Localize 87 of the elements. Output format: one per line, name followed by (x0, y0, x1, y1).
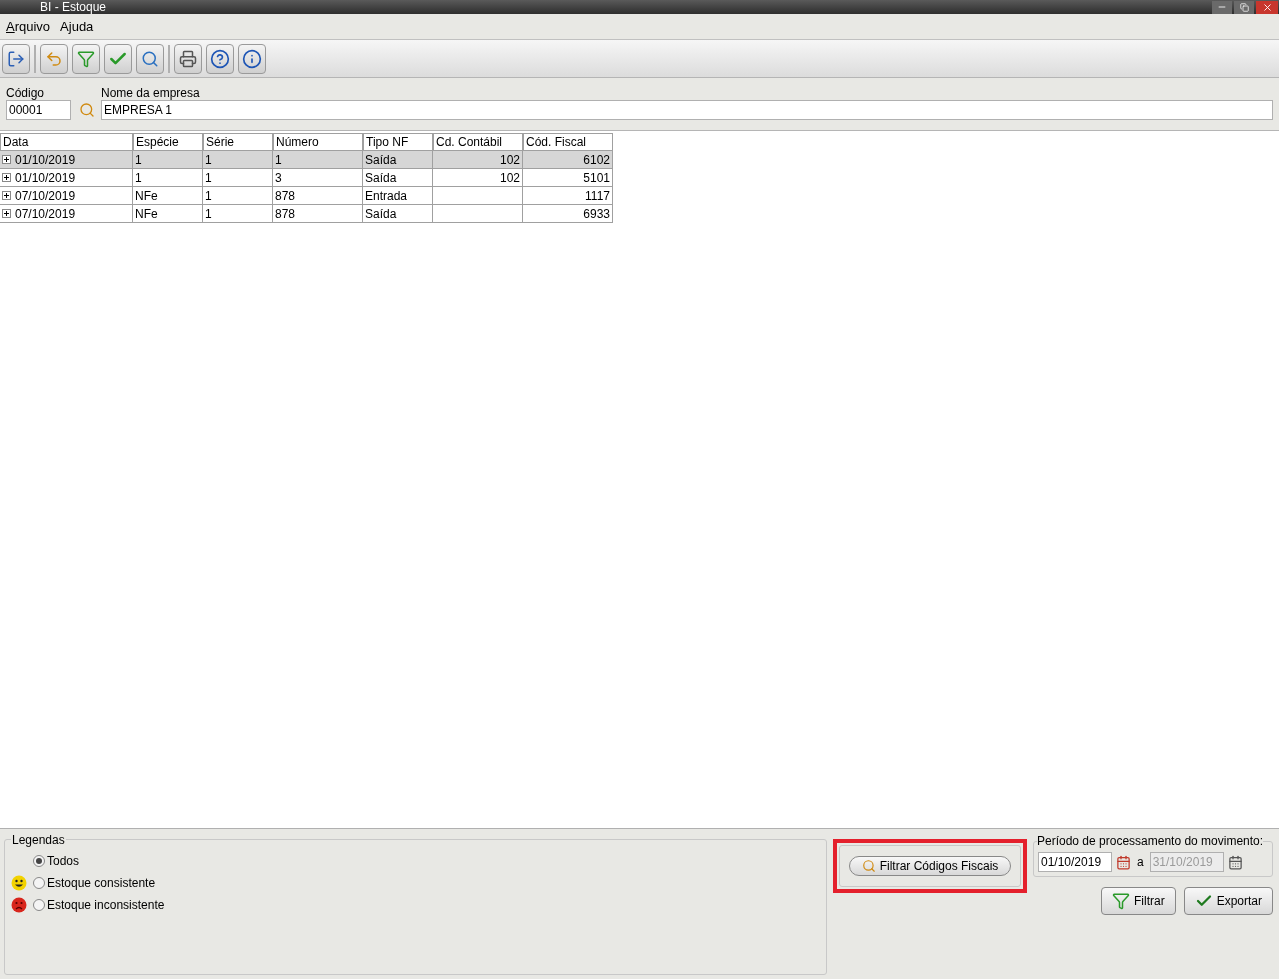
window-title: BI - Estoque (40, 1, 107, 13)
sad-face-icon (11, 897, 27, 913)
expand-toggle[interactable] (2, 209, 11, 218)
restore-button[interactable] (1234, 0, 1254, 14)
close-icon (1261, 1, 1273, 13)
table-cell-text: 01/10/2019 (15, 151, 76, 169)
menu-item[interactable]: Arquivo (6, 16, 51, 37)
filter-button[interactable]: Filtrar (1100, 887, 1176, 915)
period-separator: a (1136, 854, 1145, 871)
table-cell-text: 1 (275, 151, 282, 169)
table-cell-text: 102 (499, 169, 520, 187)
table-cell-text: 878 (275, 205, 296, 223)
confirm-button[interactable] (104, 43, 132, 74)
table-cell-text: 1 (135, 169, 142, 187)
table-cell-text: 878 (275, 187, 296, 205)
radio-label[interactable]: Estoque consistente (47, 874, 156, 892)
column-header[interactable]: Série (203, 133, 273, 151)
help-icon (210, 48, 230, 69)
filter-button[interactable] (72, 43, 100, 74)
table-cell-text: 1 (205, 205, 212, 223)
code-label: Código (6, 86, 46, 100)
expand-toggle[interactable] (2, 191, 11, 200)
table-cell-text: 1 (205, 169, 212, 187)
table-cell-text: 01/10/2019 (15, 169, 76, 187)
calendar-icon[interactable] (1116, 854, 1131, 870)
filter-codes-button[interactable]: Filtrar Códigos Fiscais (848, 856, 1012, 876)
legend-title: Legendas (11, 833, 66, 847)
table-cell-text: Saída (365, 205, 397, 223)
expand-toggle[interactable] (2, 173, 11, 182)
radio-button[interactable] (33, 855, 45, 867)
print-button[interactable] (174, 43, 202, 74)
search-icon (141, 49, 159, 68)
table-cell-text: 6102 (583, 151, 610, 169)
radio-label[interactable]: Estoque inconsistente (47, 896, 165, 914)
table-cell-text: NFe (135, 205, 158, 223)
table-row[interactable]: 01/10/2019 1 1 3 Saída 102 5101 (0, 169, 613, 187)
expand-toggle[interactable] (2, 155, 11, 164)
period-title: Período de processamento do movimento: (1037, 834, 1264, 848)
close-button[interactable] (1256, 0, 1278, 14)
table-row[interactable]: 01/10/2019 1 1 1 Saída 102 6102 (0, 151, 613, 169)
table-row[interactable]: 07/10/2019 NFe 1 878 Saída 6933 (0, 205, 613, 223)
undo-button[interactable] (40, 43, 68, 74)
radio-button[interactable] (33, 899, 45, 911)
search-button[interactable] (136, 43, 164, 74)
smiley-face-icon (11, 875, 27, 891)
table-cell-text: NFe (135, 187, 158, 205)
start-date-field[interactable]: 01/10/2019 (1038, 852, 1112, 872)
undo-icon (45, 49, 63, 68)
column-header[interactable]: Número (273, 133, 363, 151)
funnel-icon (77, 49, 95, 68)
exit-button[interactable] (2, 43, 30, 74)
export-button[interactable]: Exportar (1183, 887, 1273, 915)
table-cell-text: 07/10/2019 (15, 187, 76, 205)
table-cell-text: Saída (365, 169, 397, 187)
printer-icon (179, 49, 197, 68)
column-header[interactable]: Cd. Contábil (433, 133, 523, 151)
column-header[interactable]: Tipo NF (363, 133, 433, 151)
calendar-icon[interactable] (1227, 854, 1243, 870)
company-name-field[interactable]: EMPRESA 1 (101, 100, 1273, 120)
table-cell-text: 1 (205, 151, 212, 169)
column-header[interactable]: Cód. Fiscal (523, 133, 613, 151)
company-name-label: Nome da empresa (101, 86, 201, 100)
menu-item[interactable]: Ajuda (60, 16, 94, 37)
table-row[interactable]: 07/10/2019 NFe 1 878 Entrada 1117 (0, 187, 613, 205)
table-cell-text: 5101 (583, 169, 610, 187)
table-cell-text: Entrada (365, 187, 408, 205)
search-icon (861, 859, 876, 873)
table-cell-text: Saída (365, 151, 397, 169)
radio-label[interactable]: Todos (47, 852, 80, 870)
minimize-button[interactable] (1212, 0, 1232, 14)
table-cell-text: 1 (135, 151, 142, 169)
table-cell-text: 3 (275, 169, 282, 187)
table-cell-text: 1 (205, 187, 212, 205)
info-icon (242, 48, 262, 69)
radio-button[interactable] (33, 877, 45, 889)
table-cell-text: 102 (499, 151, 520, 169)
restore-icon (1239, 2, 1249, 12)
column-header[interactable]: Espécie (133, 133, 203, 151)
table-cell-text: 07/10/2019 (15, 205, 76, 223)
exit-icon (7, 49, 25, 68)
info-button[interactable] (238, 43, 266, 74)
code-field[interactable]: 00001 (6, 100, 71, 120)
table-cell-text: 1117 (585, 187, 610, 205)
help-button[interactable] (206, 43, 234, 74)
column-header[interactable]: Data (0, 133, 133, 151)
table-cell-text: 6933 (583, 205, 610, 223)
funnel-icon (1111, 892, 1130, 910)
